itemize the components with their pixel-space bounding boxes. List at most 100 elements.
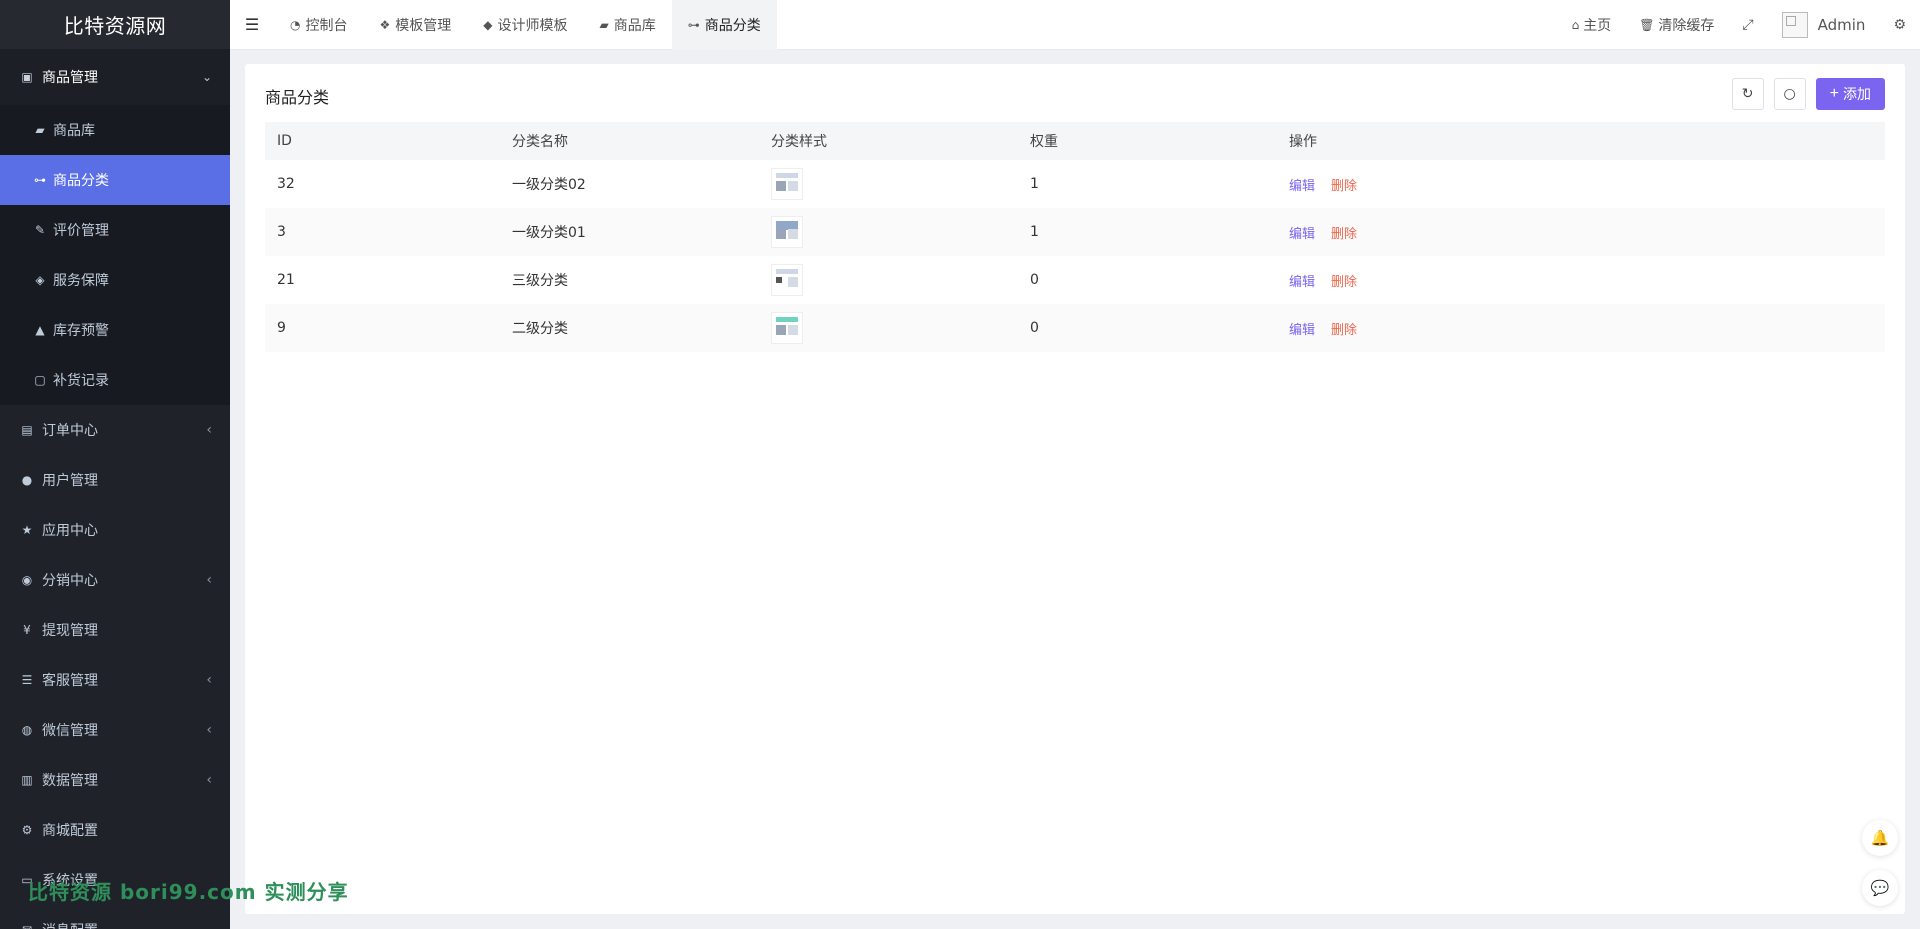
category-style-thumbnail[interactable] xyxy=(771,216,803,248)
chevron-down-icon: ⌄ xyxy=(201,70,212,84)
column-header-weight[interactable]: 权重 xyxy=(1018,122,1277,160)
sidebar-group-products[interactable]: ▣ 商品管理 ⌄ xyxy=(0,49,230,105)
cell-actions: 编辑 删除 xyxy=(1277,160,1885,208)
add-button[interactable]: + 添加 xyxy=(1815,78,1885,110)
sidebar-item-label: 客服管理 xyxy=(42,673,98,689)
topbar: ☰ ◔ 控制台 ❖ 模板管理 ◆ 设计师模板 ▰ 商品库 ⊶ 商品分类 ⌂ 主页… xyxy=(230,0,1920,50)
sidebar-item-mall-config[interactable]: ⚙ 商城配置 xyxy=(0,805,230,855)
content-card: 商品分类 ↻ ○ + 添加 ID 分类名称 分类样式 权重 操作 32 一级分类… xyxy=(245,64,1905,914)
list-icon: ☰ xyxy=(21,673,33,687)
category-table: ID 分类名称 分类样式 权重 操作 32 一级分类02 1 编辑 删除 3 一级… xyxy=(265,122,1885,352)
settings-gears-icon[interactable]: ⚙ xyxy=(1879,0,1920,50)
wechat-icon: ◍ xyxy=(21,723,33,737)
table-row: 32 一级分类02 1 编辑 删除 xyxy=(265,160,1885,208)
cell-name: 一级分类01 xyxy=(512,225,586,241)
sidebar-item-withdraw[interactable]: ¥ 提现管理 xyxy=(0,605,230,655)
refresh-icon: ↻ xyxy=(1741,86,1754,102)
cell-style xyxy=(759,160,1018,208)
sidebar-item-reviews[interactable]: ✎ 评价管理 xyxy=(0,205,230,255)
logo[interactable]: 比特资源网 xyxy=(0,0,230,49)
fullscreen-icon[interactable]: ⤢ xyxy=(1728,0,1767,50)
home-label: 主页 xyxy=(1583,18,1612,34)
users-icon: ◉ xyxy=(21,573,33,587)
cell-name: 二级分类 xyxy=(512,321,568,337)
avatar xyxy=(1781,12,1808,38)
add-label: 添加 xyxy=(1843,86,1871,102)
tab-label: 控制台 xyxy=(305,17,348,34)
sidebar-item-product-category[interactable]: ⊶ 商品分类 xyxy=(0,155,230,205)
refresh-button[interactable]: ↻ xyxy=(1731,78,1764,110)
sidebar-item-label: 分销中心 xyxy=(42,573,98,589)
delete-link[interactable]: 删除 xyxy=(1331,179,1357,194)
chevron-left-icon: ‹ xyxy=(206,772,212,788)
user-icon: ● xyxy=(21,473,33,487)
cell-weight: 0 xyxy=(1030,320,1039,336)
bar-chart-icon: ▥ xyxy=(21,773,33,787)
sidebar-item-data[interactable]: ▥ 数据管理 ‹ xyxy=(0,755,230,805)
sidebar-item-label: 用户管理 xyxy=(42,473,98,489)
tab-product-category[interactable]: ⊶ 商品分类 xyxy=(671,0,777,50)
edit-link[interactable]: 编辑 xyxy=(1289,323,1315,338)
sidebar-item-stock-alert[interactable]: ▲ 库存预警 xyxy=(0,305,230,355)
column-header-id[interactable]: ID xyxy=(265,122,500,160)
gears-icon: ⚙ xyxy=(21,823,33,837)
sidebar-item-label: 商城配置 xyxy=(42,823,98,839)
edit-icon: ✎ xyxy=(34,223,46,237)
cell-actions: 编辑 删除 xyxy=(1277,304,1885,352)
sidebar-item-label: 消息配置 xyxy=(42,920,98,929)
sidebar-item-service[interactable]: ◈ 服务保障 xyxy=(0,255,230,305)
sidebar-item-distribution[interactable]: ◉ 分销中心 ‹ xyxy=(0,555,230,605)
category-style-thumbnail[interactable] xyxy=(771,312,803,344)
username: Admin xyxy=(1817,16,1866,34)
home-icon: ⌂ xyxy=(1571,18,1580,32)
tab-dashboard[interactable]: ◔ 控制台 xyxy=(274,0,363,50)
column-header-name[interactable]: 分类名称 xyxy=(500,122,759,160)
sidebar-item-label: 服务保障 xyxy=(53,273,109,289)
sidebar-item-restock[interactable]: ▢ 补货记录 xyxy=(0,355,230,405)
notification-bell-icon[interactable]: 🔔 xyxy=(1862,820,1898,856)
page-title: 商品分类 xyxy=(265,88,330,107)
sidebar-item-label: 提现管理 xyxy=(42,623,98,639)
card-actions: ↻ ○ + 添加 xyxy=(1731,78,1885,110)
delete-link[interactable]: 删除 xyxy=(1331,227,1357,242)
user-menu[interactable]: Admin xyxy=(1768,0,1880,50)
column-header-style[interactable]: 分类样式 xyxy=(759,122,1018,160)
sidebar-item-users[interactable]: ● 用户管理 xyxy=(0,455,230,505)
sidebar-item-support[interactable]: ☰ 客服管理 ‹ xyxy=(0,655,230,705)
sidebar-item-wechat[interactable]: ◍ 微信管理 ‹ xyxy=(0,705,230,755)
cell-weight: 1 xyxy=(1030,176,1039,192)
chat-bubble-icon[interactable]: 💬 xyxy=(1862,870,1898,906)
sidebar-item-orders[interactable]: ▤ 订单中心 ‹ xyxy=(0,405,230,455)
tab-templates[interactable]: ❖ 模板管理 xyxy=(363,0,467,50)
home-link[interactable]: ⌂ 主页 xyxy=(1558,0,1626,50)
file-icon: ▤ xyxy=(21,423,33,437)
search-button[interactable]: ○ xyxy=(1773,78,1806,110)
cell-style xyxy=(759,256,1018,304)
plus-icon: + xyxy=(1829,85,1839,102)
delete-link[interactable]: 删除 xyxy=(1331,323,1357,338)
tab-designer-templates[interactable]: ◆ 设计师模板 xyxy=(467,0,583,50)
tab-label: 商品分类 xyxy=(704,17,761,34)
sidebar-item-product-library[interactable]: ▰ 商品库 xyxy=(0,105,230,155)
edit-link[interactable]: 编辑 xyxy=(1289,275,1315,290)
category-style-thumbnail[interactable] xyxy=(771,264,803,296)
tab-label: 设计师模板 xyxy=(497,17,568,34)
cube-icon: ◆ xyxy=(483,17,493,32)
category-style-thumbnail[interactable] xyxy=(771,168,803,200)
sidebar-item-label: 补货记录 xyxy=(53,373,109,389)
hamburger-icon[interactable]: ☰ xyxy=(230,0,274,50)
tags-icon: ◈ xyxy=(35,273,45,287)
edit-link[interactable]: 编辑 xyxy=(1289,227,1315,242)
edit-link[interactable]: 编辑 xyxy=(1289,179,1315,194)
clear-cache-button[interactable]: 🗑 清除缓存 xyxy=(1625,0,1728,50)
tab-label: 商品库 xyxy=(613,17,656,34)
sidebar-item-label: 微信管理 xyxy=(42,723,98,739)
sidebar-item-label: 数据管理 xyxy=(42,773,98,789)
sidebar-item-message[interactable]: ✉ 消息配置 xyxy=(0,905,230,929)
sidebar-item-label: 评价管理 xyxy=(53,223,109,239)
dashboard-icon: ◔ xyxy=(290,17,301,32)
delete-link[interactable]: 删除 xyxy=(1331,275,1357,290)
sidebar-group-label: 商品管理 xyxy=(42,70,98,86)
tab-product-library[interactable]: ▰ 商品库 xyxy=(583,0,671,50)
sidebar-item-apps[interactable]: ★ 应用中心 xyxy=(0,505,230,555)
